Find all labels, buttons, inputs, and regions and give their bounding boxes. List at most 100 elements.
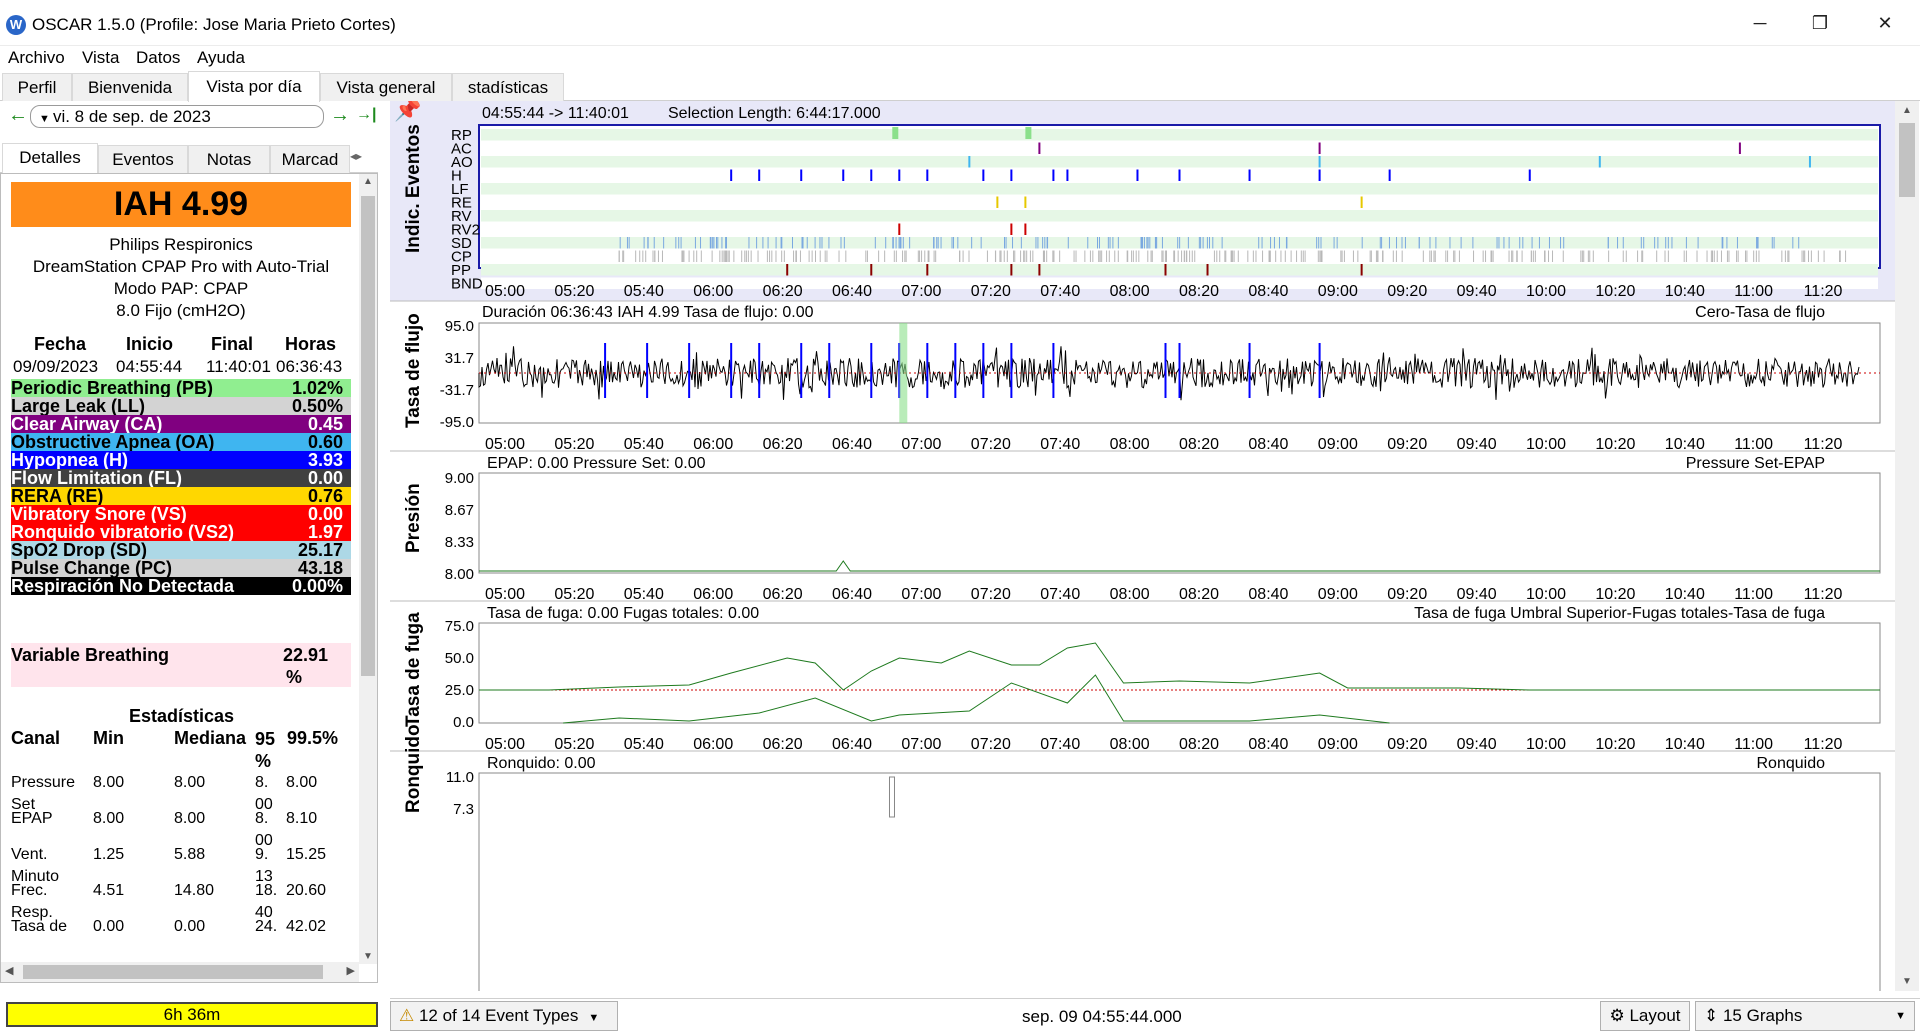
subtab-eventos[interactable]: Eventos (98, 145, 188, 173)
event-row[interactable]: Obstructive Apnea (OA) 0.60 (11, 433, 351, 451)
tab-vista-general[interactable]: Vista general (320, 73, 452, 101)
selection-length-label: Selection Length: 6:44:17.000 (668, 105, 881, 122)
event-row[interactable]: Periodic Breathing (PB) 1.02% (11, 379, 351, 397)
scroll-up-icon[interactable]: ▲ (363, 176, 373, 187)
menu-datos[interactable]: Datos (136, 48, 180, 68)
maximize-button[interactable]: ❐ (1795, 8, 1845, 38)
event-row[interactable]: Ronquido vibratorio (VS2) 1.97 (11, 523, 351, 541)
time-tick-label: 08:20 (1179, 586, 1219, 603)
stats-cell-p995: 42.02 (286, 918, 327, 935)
time-tick-label: 06:00 (693, 283, 733, 300)
graphs-count-dropdown[interactable]: ⇕ 15 Graphs ▼ (1695, 1001, 1915, 1031)
left-panel-scroll-thumb[interactable] (361, 196, 375, 676)
event-value: 0.00 (307, 504, 343, 524)
time-tick-label: 06:00 (693, 736, 733, 753)
scroll-down-icon[interactable]: ▼ (1902, 976, 1912, 987)
leak-graph-ylabel: Tasa de fuga (403, 612, 424, 727)
menu-vista[interactable]: Vista (82, 48, 120, 68)
time-tick-label: 10:40 (1665, 586, 1705, 603)
time-tick-label: 08:40 (1248, 586, 1288, 603)
tab-vista-por-dia[interactable]: Vista por día (188, 71, 320, 102)
event-row[interactable]: RERA (RE) 0.76 (11, 487, 351, 505)
tab-bienvenida[interactable]: Bienvenida (72, 73, 188, 101)
time-tick-label: 11:00 (1734, 586, 1773, 603)
left-panel-hscroll-thumb[interactable] (23, 965, 323, 979)
graphs-count-label: 15 Graphs (1722, 1006, 1803, 1025)
graphs-vertical-scrollbar[interactable]: ▲ ▼ (1895, 101, 1919, 991)
pressure-tick-label: 8.00 (445, 566, 474, 583)
left-panel-horizontal-scrollbar[interactable]: ◀ ▶ (1, 962, 359, 982)
leak-tick-label: 0.0 (453, 714, 474, 731)
event-row-band (481, 183, 1878, 195)
subtab-detalles[interactable]: Detalles (2, 143, 98, 174)
subtab-notas[interactable]: Notas (188, 145, 270, 173)
time-tick-label: 08:00 (1110, 436, 1150, 453)
stats-cell-p995: 20.60 (286, 882, 327, 899)
event-row[interactable]: Hypopnea (H) 3.93 (11, 451, 351, 469)
header-horas: Horas (285, 334, 337, 354)
pin-icon: 📌 (394, 101, 421, 122)
tab-estadisticas[interactable]: stadísticas (452, 73, 564, 101)
stats-cell-med: 8.00 (174, 810, 206, 827)
next-day-button[interactable]: → (330, 104, 350, 126)
pressure-graph-header: EPAP: 0.00 Pressure Set: 0.00 (487, 455, 706, 472)
event-value: 43.18 (297, 558, 343, 578)
snore-tick-label: 7.3 (453, 801, 474, 818)
time-tick-label: 07:40 (1040, 736, 1080, 753)
flow-graph-legend: Cero-Tasa de flujo (1695, 304, 1825, 321)
tab-scroll-icon[interactable]: ◂▸ (350, 149, 362, 163)
left-panel-vertical-scrollbar[interactable]: ▲ ▼ (359, 174, 377, 964)
event-label: Pulse Change (PC) (11, 558, 173, 578)
date-selector[interactable]: ▼ vi. 8 de sep. de 2023 (30, 105, 324, 128)
scroll-up-icon[interactable]: ▲ (1902, 105, 1912, 116)
event-row-band (481, 223, 1878, 235)
last-day-button[interactable]: →| (356, 104, 376, 126)
graphs-scroll-thumb[interactable] (1899, 123, 1915, 197)
graphs-area: 📌 Indic. Eventos 04:55:44 -> 11:40:01 Selec… (390, 101, 1895, 991)
time-tick-label: 09:20 (1387, 436, 1427, 453)
time-tick-label: 08:00 (1110, 283, 1150, 300)
graphs-canvas[interactable]: 📌Indic. Eventos 04:55:44 -> 11:40:01 Selec… (390, 101, 1895, 991)
event-row[interactable]: Flow Limitation (FL) 0.00 (11, 469, 351, 487)
event-row[interactable]: Large Leak (LL) 0.50% (11, 397, 351, 415)
value-final: 11:40:01 (206, 357, 271, 376)
time-tick-label: 09:40 (1457, 736, 1497, 753)
tab-perfil[interactable]: Perfil (2, 73, 72, 101)
event-row[interactable]: Pulse Change (PC) 43.18 (11, 559, 351, 577)
event-label: RERA (RE) (11, 486, 104, 506)
previous-day-button[interactable]: ← (8, 104, 28, 126)
event-row[interactable]: Respiración No Detectada 0.00% (11, 577, 351, 595)
header-final: Final (211, 334, 254, 354)
close-button[interactable]: ✕ (1860, 8, 1910, 38)
updown-icon: ⇕ (1704, 1006, 1723, 1025)
time-tick-label: 10:00 (1526, 586, 1566, 603)
menu-archivo[interactable]: Archivo (8, 48, 65, 68)
scroll-down-icon[interactable]: ▼ (363, 951, 373, 962)
event-row[interactable]: Vibratory Snore (VS) 0.00 (11, 505, 351, 523)
time-tick-label: 09:20 (1387, 736, 1427, 753)
time-tick-label: 08:40 (1248, 283, 1288, 300)
iah-value: IAH 4.99 (11, 182, 351, 227)
stats-header-95: 95 % (255, 729, 276, 771)
layout-button[interactable]: ⚙ Layout (1600, 1001, 1690, 1031)
scroll-left-icon[interactable]: ◀ (5, 964, 13, 977)
minimize-button[interactable]: ─ (1735, 8, 1785, 38)
event-row[interactable]: Clear Airway (CA) 0.45 (11, 415, 351, 433)
subtab-marcadores[interactable]: Marcad (270, 145, 350, 173)
time-tick-label: 07:40 (1040, 436, 1080, 453)
snore-graph-ylabel: Ronquido (403, 724, 424, 813)
time-tick-label: 09:40 (1457, 586, 1497, 603)
event-value: 1.02% (291, 378, 343, 398)
event-row[interactable]: SpO2 Drop (SD) 25.17 (11, 541, 351, 559)
time-tick-label: 07:00 (901, 283, 941, 300)
menu-ayuda[interactable]: Ayuda (197, 48, 245, 68)
event-row-band (481, 196, 1878, 208)
scroll-right-icon[interactable]: ▶ (347, 964, 355, 977)
leak-graph-legend: Tasa de fuga Umbral Superior-Fugas total… (1414, 605, 1825, 622)
event-marker (1025, 127, 1032, 139)
stats-header-995: 99.5% (287, 728, 339, 748)
event-types-dropdown[interactable]: ⚠ 12 of 14 Event Types ▼ (390, 1001, 618, 1031)
details-panel: IAH 4.99 Philips Respironics DreamStatio… (0, 173, 378, 983)
pressure-tick-label: 8.67 (445, 502, 474, 519)
flow-graph-header: Duración 06:36:43 IAH 4.99 Tasa de flujo… (482, 304, 814, 321)
